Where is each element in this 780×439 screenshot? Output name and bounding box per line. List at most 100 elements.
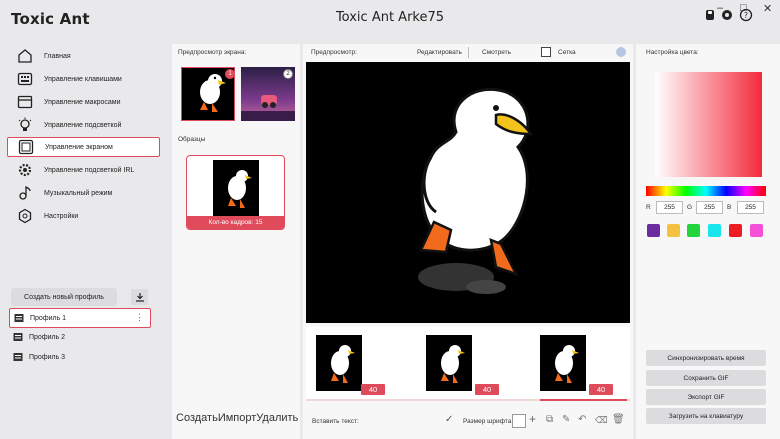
bulb-icon: [15, 115, 35, 135]
eraser-icon[interactable]: ⌫: [595, 415, 608, 426]
frame-item[interactable]: 40: [311, 333, 385, 395]
hue-slider[interactable]: [646, 186, 766, 196]
color-swatch[interactable]: [647, 224, 660, 237]
samples-title: Образцы: [178, 136, 206, 143]
sidebar-item-keys[interactable]: Управление клавишами: [7, 69, 160, 89]
edit-tab[interactable]: Редактировать: [417, 49, 462, 56]
profile-item[interactable]: Профиль 3: [9, 347, 151, 367]
g-input[interactable]: 255: [696, 201, 723, 214]
thumbnail-badge: 1: [225, 69, 235, 79]
maximize-button[interactable]: □: [740, 2, 747, 14]
g-label: G: [687, 204, 693, 211]
view-tab[interactable]: Смотреть: [482, 49, 511, 56]
preview-canvas[interactable]: [306, 62, 630, 323]
profile-actions: Создать Импорт Удалить: [176, 412, 298, 424]
export-gif-button[interactable]: Экспорт GIF: [646, 389, 766, 405]
macro-icon: [15, 92, 35, 112]
save-gif-button[interactable]: Сохранить GIF: [646, 370, 766, 386]
import-button[interactable]: Импорт: [218, 412, 256, 424]
title-bar: Toxic Ant Toxic Ant Arke75 ? – □ ✕: [0, 0, 780, 36]
sample-image: [213, 160, 259, 216]
color-swatch[interactable]: [708, 224, 721, 237]
insert-text-input[interactable]: [366, 414, 452, 427]
frame-item[interactable]: 40: [539, 333, 613, 395]
home-icon: [15, 46, 35, 66]
copy-icon[interactable]: ⧉: [546, 414, 553, 425]
grid-checkbox[interactable]: [541, 47, 551, 57]
font-size-input[interactable]: [512, 414, 526, 428]
delete-button[interactable]: Удалить: [256, 412, 298, 424]
pencil-icon[interactable]: ✎: [562, 414, 570, 425]
sample-card[interactable]: Кол-во кадров: 15: [186, 155, 285, 230]
b-input[interactable]: 255: [737, 201, 764, 214]
sample-frame-count: Кол-во кадров: 15: [187, 216, 284, 229]
music-icon: [15, 183, 35, 203]
insert-text-label: Вставить текст:: [312, 418, 359, 425]
upload-to-keyboard-button[interactable]: Загрузить на клавиатуру: [646, 408, 766, 424]
thumbnail-badge: 2: [283, 69, 293, 79]
tab-divider: [468, 47, 469, 58]
sidebar-item-label: Настройки: [44, 212, 79, 220]
plus-icon[interactable]: +: [529, 412, 536, 426]
sidebar-item-screen[interactable]: Управление экраном: [7, 137, 160, 157]
preview-label: Предпросмотр:: [311, 49, 357, 56]
create-button[interactable]: Создать: [176, 412, 218, 424]
sidebar-item-music[interactable]: Музыкальный режим: [7, 183, 160, 203]
sidebar-item-label: Управление клавишами: [44, 75, 122, 83]
screen-icon: [16, 137, 36, 157]
color-swatch[interactable]: [687, 224, 700, 237]
color-settings-title: Настройка цвета:: [646, 49, 699, 56]
profile-item[interactable]: Профиль 2: [9, 327, 151, 347]
profile-label: Профиль 3: [29, 353, 66, 361]
frame-item[interactable]: 40: [425, 333, 499, 395]
b-label: B: [727, 204, 732, 211]
sidebar-item-macros[interactable]: Управление макросами: [7, 92, 160, 112]
frame-image: [540, 335, 586, 391]
color-swatch[interactable]: [729, 224, 742, 237]
color-gradient-picker[interactable]: [655, 72, 762, 177]
sidebar-item-home[interactable]: Главная: [7, 46, 160, 66]
frame-strip: 40 40 40: [306, 327, 630, 399]
profile-label: Профиль 2: [29, 333, 66, 341]
profile-menu-button[interactable]: ⋮: [135, 312, 144, 323]
create-profile-button[interactable]: Создать новый профиль: [11, 288, 117, 306]
screen-preview-title: Предпросмотр экрана:: [178, 49, 247, 56]
sidebar-item-lighting[interactable]: Управление подсветкой: [7, 115, 160, 135]
minimize-button[interactable]: –: [717, 2, 723, 14]
sidebar-item-lighting-irl[interactable]: Управление подсветкой IRL: [7, 160, 160, 180]
sidebar-item-label: Управление подсветкой: [44, 121, 122, 129]
profile-icon: [14, 314, 24, 322]
keyboard-icon: [15, 69, 35, 89]
frame-duration[interactable]: 40: [475, 384, 499, 395]
sidebar-item-label: Управление макросами: [44, 98, 121, 106]
frame-duration[interactable]: 40: [589, 384, 613, 395]
download-icon[interactable]: [131, 289, 148, 305]
info-icon[interactable]: [616, 47, 626, 57]
sidebar-item-label: Главная: [44, 52, 71, 60]
trash-icon[interactable]: 🗑: [612, 414, 625, 425]
frame-image: [426, 335, 472, 391]
color-swatch[interactable]: [750, 224, 763, 237]
sync-time-button[interactable]: Синхронизировать время: [646, 350, 766, 366]
check-icon[interactable]: ✓: [445, 414, 453, 425]
goose-artwork: [418, 87, 534, 294]
sidebar-item-label: Управление экраном: [45, 143, 113, 151]
close-button[interactable]: ✕: [763, 2, 772, 15]
grid-label: Сетка: [558, 49, 576, 56]
sidebar-item-settings[interactable]: Настройки: [7, 206, 160, 226]
sidebar-item-label: Музыкальный режим: [44, 189, 113, 197]
keyboard-device-icon[interactable]: [703, 8, 717, 22]
frame-image: [316, 335, 362, 391]
profile-icon: [13, 353, 23, 361]
profile-item[interactable]: Профиль 1 ⋮: [9, 308, 151, 328]
sidebar-item-label: Управление подсветкой IRL: [44, 166, 135, 174]
text-insert-row: Вставить текст: ✓ Размер шрифта + ⧉ ✎ ↶ …: [306, 411, 630, 431]
color-swatch[interactable]: [667, 224, 680, 237]
window-title: Toxic Ant Arke75: [335, 10, 445, 25]
gear-icon: [15, 160, 35, 180]
undo-icon[interactable]: ↶: [578, 414, 586, 425]
r-input[interactable]: 255: [656, 201, 683, 214]
settings-icon: [15, 206, 35, 226]
frame-duration[interactable]: 40: [361, 384, 385, 395]
timeline-progress: [540, 399, 627, 401]
